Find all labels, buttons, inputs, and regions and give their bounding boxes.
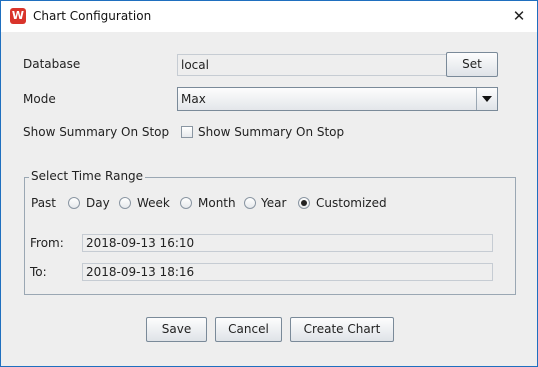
create-chart-button[interactable]: Create Chart (290, 317, 394, 342)
cancel-button[interactable]: Cancel (215, 317, 282, 342)
mode-select[interactable]: Max (177, 87, 498, 111)
radio-day-label[interactable]: Day (86, 196, 110, 210)
window-title: Chart Configuration (33, 9, 152, 23)
from-field: 2018-09-13 16:10 (82, 234, 493, 252)
summary-checkbox-label[interactable]: Show Summary On Stop (198, 125, 344, 139)
time-range-legend: Select Time Range (29, 169, 146, 183)
database-field: local (177, 54, 448, 76)
from-label: From: (30, 236, 64, 250)
radio-week-label[interactable]: Week (137, 196, 170, 210)
radio-customized-label[interactable]: Customized (316, 196, 387, 210)
set-button[interactable]: Set (446, 52, 498, 77)
radio-customized[interactable] (298, 197, 310, 209)
save-button[interactable]: Save (146, 317, 207, 342)
close-icon[interactable]: ✕ (501, 1, 537, 32)
mode-label: Mode (23, 92, 56, 106)
database-label: Database (23, 57, 81, 71)
to-label: To: (30, 265, 47, 279)
app-icon: W (10, 8, 26, 24)
past-label: Past (31, 196, 57, 210)
radio-week[interactable] (119, 197, 131, 209)
summary-checkbox[interactable] (181, 126, 193, 138)
summary-label: Show Summary On Stop (23, 125, 170, 139)
chevron-down-icon (482, 96, 492, 102)
radio-month-label[interactable]: Month (198, 196, 236, 210)
mode-select-value: Max (181, 92, 206, 106)
title-bar[interactable]: W Chart Configuration ✕ (1, 1, 537, 32)
mode-dropdown-button[interactable] (476, 88, 497, 110)
dialog-window: W Chart Configuration ✕ Database local S… (0, 0, 538, 367)
radio-year-label[interactable]: Year (261, 196, 286, 210)
radio-year[interactable] (244, 197, 256, 209)
radio-day[interactable] (68, 197, 80, 209)
to-field: 2018-09-13 18:16 (82, 263, 493, 281)
radio-month[interactable] (180, 197, 192, 209)
